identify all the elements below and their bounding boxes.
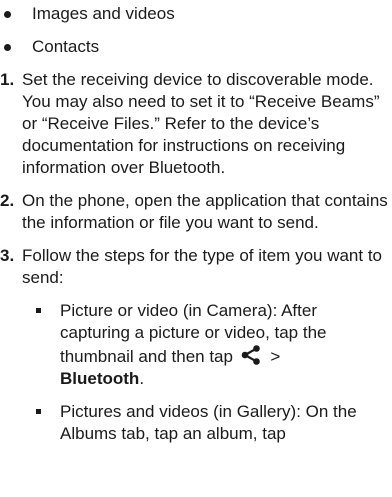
share-icon [241,345,260,365]
step-item: 2. On the phone, open the application th… [0,190,388,234]
step-number: 1. [0,70,15,89]
bullet-item: Images and videos [0,3,392,25]
menu-separator: > [265,347,281,366]
step-item: 1. Set the receiving device to discovera… [0,69,388,179]
manual-page: Images and videos Contacts 1. Set the re… [0,0,392,445]
sub-item: Picture or video (in Camera): After capt… [0,300,386,390]
step-number: 2. [0,191,15,210]
sub-item-text: Pictures and videos (in Gallery): On the… [60,402,357,443]
step-text: Follow the steps for the type of item yo… [22,246,383,287]
step-number: 3. [0,246,15,265]
step-item: 3. Follow the steps for the type of item… [0,245,388,289]
step-text: On the phone, open the application that … [22,191,388,232]
square-bullet [36,409,41,414]
bluetooth-label: Bluetooth [60,369,140,388]
sentence-end: . [139,369,145,388]
bullet-item: Contacts [0,36,392,58]
bullet-text: Images and videos [32,4,175,23]
square-bullet [36,308,41,313]
bullet-text: Contacts [32,37,100,56]
step-text: Set the receiving device to discoverable… [22,70,380,177]
bullet-dot [4,11,11,18]
sub-item-text: Picture or video (in Camera): After capt… [60,301,327,366]
bullet-dot [4,44,11,51]
sub-item: Pictures and videos (in Gallery): On the… [0,401,386,445]
